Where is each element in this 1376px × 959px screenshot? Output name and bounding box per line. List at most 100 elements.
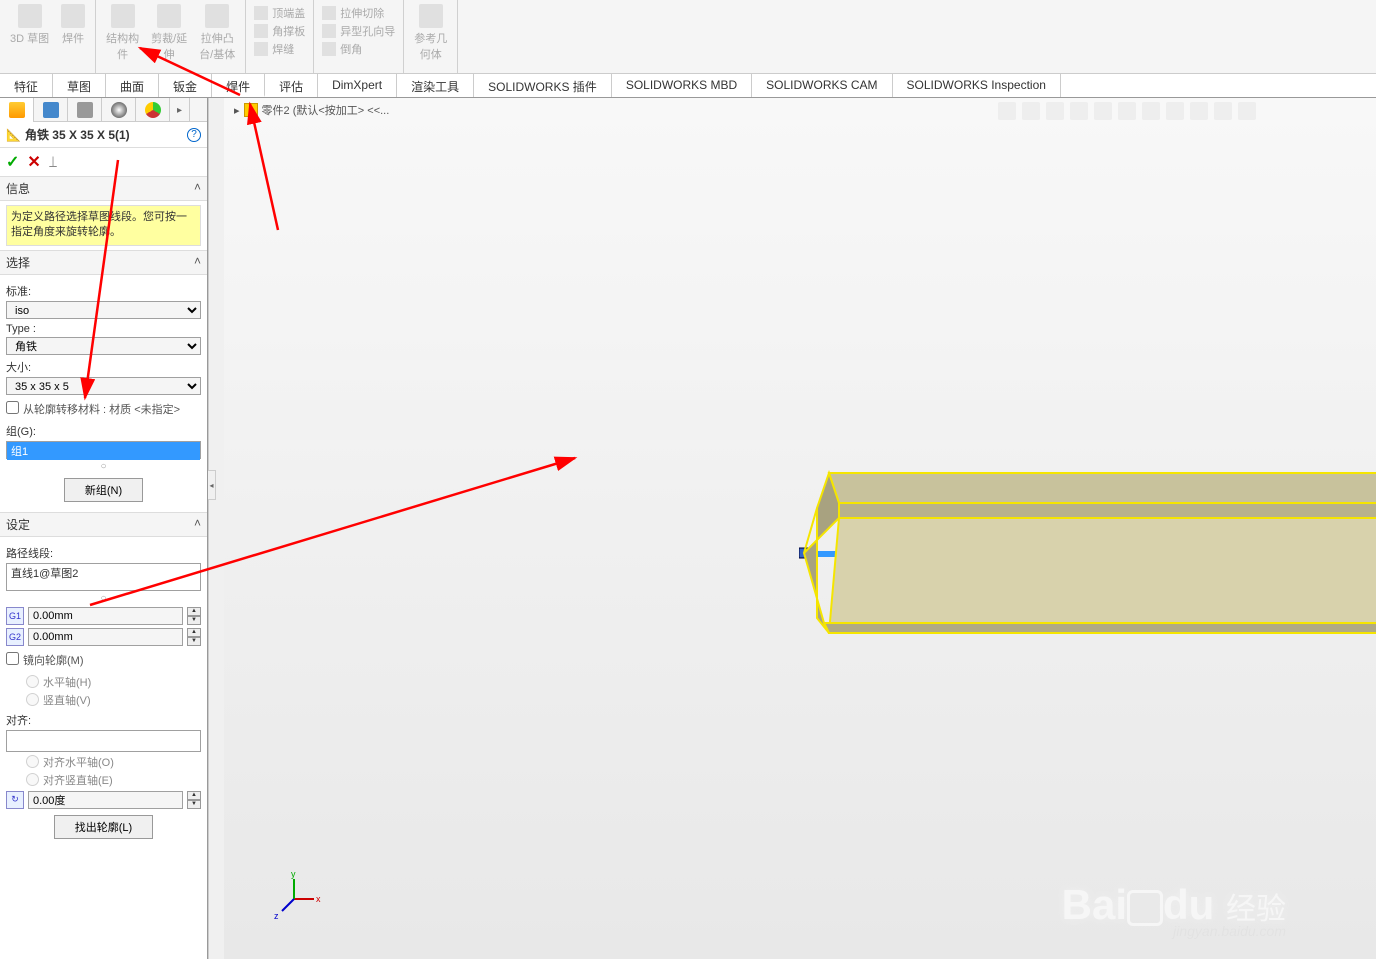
help-icon[interactable]: ? <box>187 128 201 142</box>
group-resize-handle[interactable]: ○ <box>6 461 201 472</box>
cancel-button[interactable]: ✕ <box>27 152 40 172</box>
angle-down[interactable]: ▼ <box>187 800 201 809</box>
confirm-row: ✓ ✕ ⟘ <box>0 148 207 176</box>
feature-title: 角铁 35 X 35 X 5(1) <box>25 126 130 143</box>
panel-tab-feature[interactable] <box>0 98 34 122</box>
viewport-menu-icon[interactable] <box>1238 102 1256 120</box>
angle-up[interactable]: ▲ <box>187 791 201 800</box>
edit-appearance-icon[interactable] <box>1166 102 1184 120</box>
path-resize-handle[interactable]: ○ <box>6 593 201 604</box>
prev-view-icon[interactable] <box>1046 102 1064 120</box>
ribbon-weldment[interactable]: 焊件 <box>55 2 91 48</box>
view-orient-icon[interactable] <box>1094 102 1112 120</box>
tab-render[interactable]: 渲染工具 <box>397 74 474 97</box>
panel-tab-expand[interactable]: ▸ <box>170 98 190 122</box>
tab-dimxpert[interactable]: DimXpert <box>318 74 397 97</box>
feature-icon: 📐 <box>6 128 21 142</box>
panel-tab-strip: ▸ <box>0 98 207 122</box>
type-label: Type : <box>6 323 201 335</box>
group-item-1[interactable]: 组1 <box>7 442 200 460</box>
ribbon-3d-sketch[interactable]: 3D 草图 <box>4 2 55 48</box>
ribbon-extrude-boss[interactable]: 拉伸凸 台/基体 <box>193 2 241 64</box>
feature-breadcrumb[interactable]: ▸ 零件2 (默认<按加工> <<... <box>234 102 389 118</box>
property-manager-panel: ▸ 📐 角铁 35 X 35 X 5(1) ? ✓ ✕ ⟘ 信息˄ 为定义路径选… <box>0 98 208 959</box>
group-listbox[interactable]: 组1 <box>6 441 201 459</box>
group-label: 组(G): <box>6 423 201 439</box>
panel-tab-config[interactable] <box>34 98 68 122</box>
g2-down[interactable]: ▼ <box>187 637 201 646</box>
ribbon-structural-member[interactable]: 结构构 件 <box>100 2 145 64</box>
panel-tab-props[interactable] <box>102 98 136 122</box>
svg-text:y: y <box>291 869 296 879</box>
part-icon <box>244 103 258 117</box>
panel-collapse-handle[interactable]: ◂ <box>208 470 216 500</box>
path-listbox[interactable]: 直线1@草图2 <box>6 563 201 591</box>
zoom-area-icon[interactable] <box>1022 102 1040 120</box>
tab-sw-mbd[interactable]: SOLIDWORKS MBD <box>612 74 752 97</box>
tab-surface[interactable]: 曲面 <box>106 74 159 97</box>
path-item-1[interactable]: 直线1@草图2 <box>7 564 200 582</box>
orientation-triad[interactable]: x y z <box>274 879 314 919</box>
panel-tab-appearance[interactable] <box>136 98 170 122</box>
tab-sw-inspection[interactable]: SOLIDWORKS Inspection <box>893 74 1061 97</box>
type-select[interactable]: 角铁 <box>6 337 201 355</box>
mirror-profile-label: 镜向轮廓(M) <box>23 652 84 668</box>
tab-sheetmetal[interactable]: 钣金 <box>159 74 212 97</box>
find-profile-button[interactable]: 找出轮廓(L) <box>54 815 153 839</box>
g1-icon: G1 <box>6 607 24 625</box>
watermark: BaiBaidudu 经验 <box>1062 881 1286 929</box>
tab-features[interactable]: 特征 <box>0 74 53 97</box>
new-group-button[interactable]: 新组(N) <box>64 478 143 502</box>
ribbon-reference-geometry[interactable]: 参考几 何体 <box>408 2 453 64</box>
ribbon-extrude-cut[interactable]: 拉伸切除 <box>318 4 399 22</box>
section-view-icon[interactable] <box>1070 102 1088 120</box>
align-vert-radio <box>26 773 39 786</box>
svg-text:x: x <box>316 894 321 904</box>
breadcrumb-arrow-icon[interactable]: ▸ <box>234 104 240 117</box>
transfer-material-checkbox[interactable] <box>6 401 19 414</box>
zoom-fit-icon[interactable] <box>998 102 1016 120</box>
graphics-viewport[interactable]: ▸ 零件2 (默认<按加工> <<... <box>224 98 1376 959</box>
g2-up[interactable]: ▲ <box>187 628 201 637</box>
section-settings-head[interactable]: 设定˄ <box>0 512 207 537</box>
tab-sketch[interactable]: 草图 <box>53 74 106 97</box>
ribbon-chamfer[interactable]: 倒角 <box>318 40 399 58</box>
breadcrumb-text: 零件2 (默认<按加工> <<... <box>262 102 390 118</box>
ribbon-weld-bead[interactable]: 焊缝 <box>250 40 309 58</box>
ribbon-hole-wizard[interactable]: 异型孔向导 <box>318 22 399 40</box>
display-style-icon[interactable] <box>1118 102 1136 120</box>
tab-weldment[interactable]: 焊件 <box>212 74 265 97</box>
standard-label: 标准: <box>6 283 201 299</box>
ok-button[interactable]: ✓ <box>6 152 19 172</box>
ribbon-gusset[interactable]: 角撑板 <box>250 22 309 40</box>
panel-scrollbar[interactable] <box>208 98 224 959</box>
watermark-url: jingyan.baidu.com <box>1173 923 1286 939</box>
section-info-head[interactable]: 信息˄ <box>0 176 207 201</box>
g1-up[interactable]: ▲ <box>187 607 201 616</box>
path-label: 路径线段: <box>6 545 201 561</box>
info-message: 为定义路径选择草图线段。您可按一指定角度来旋转轮廓。 <box>6 205 201 246</box>
g2-icon: G2 <box>6 628 24 646</box>
g2-input[interactable] <box>28 628 183 646</box>
hide-show-icon[interactable] <box>1142 102 1160 120</box>
view-settings-icon[interactable] <box>1214 102 1232 120</box>
horiz-axis-radio <box>26 675 39 688</box>
svg-text:z: z <box>274 911 279 921</box>
tab-evaluate[interactable]: 评估 <box>265 74 318 97</box>
model-preview[interactable] <box>799 463 1376 643</box>
g1-down[interactable]: ▼ <box>187 616 201 625</box>
g1-input[interactable] <box>28 607 183 625</box>
apply-scene-icon[interactable] <box>1190 102 1208 120</box>
angle-input[interactable] <box>28 791 183 809</box>
mirror-profile-checkbox[interactable] <box>6 652 19 665</box>
tab-sw-cam[interactable]: SOLIDWORKS CAM <box>752 74 892 97</box>
size-select[interactable]: 35 x 35 x 5 <box>6 377 201 395</box>
align-listbox[interactable] <box>6 730 201 752</box>
ribbon-end-cap[interactable]: 顶端盖 <box>250 4 309 22</box>
standard-select[interactable]: iso <box>6 301 201 319</box>
pin-button[interactable]: ⟘ <box>49 154 57 171</box>
section-select-head[interactable]: 选择˄ <box>0 250 207 275</box>
panel-tab-display[interactable] <box>68 98 102 122</box>
tab-sw-addins[interactable]: SOLIDWORKS 插件 <box>474 74 612 97</box>
ribbon-trim-extend[interactable]: 剪裁/延 伸 <box>145 2 193 64</box>
